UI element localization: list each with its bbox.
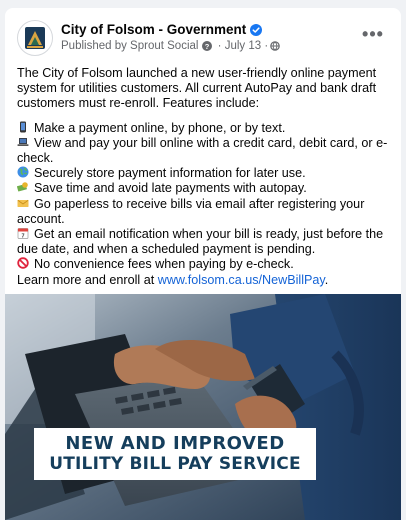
published-by: Published by Sprout Social	[61, 40, 199, 52]
post-meta: Published by Sprout Social ? · July 13 ·	[61, 40, 282, 52]
feature-text: View and pay your bill online with a cre…	[17, 135, 388, 166]
envelope-icon	[17, 199, 29, 207]
feature-item: Make a payment online, by phone, or by t…	[17, 121, 389, 136]
feature-item: No convenience fees when paying by e-che…	[17, 257, 389, 272]
feature-text: No convenience fees when paying by e-che…	[34, 257, 294, 272]
banner-line-2: UTILITY BILL PAY SERVICE	[49, 454, 301, 474]
feature-list: Make a payment online, by phone, or by t…	[17, 121, 389, 273]
verified-badge-icon	[250, 23, 263, 36]
feature-text: Securely store payment information for l…	[34, 166, 306, 181]
learn-more-line: Learn more and enroll at www.folsom.ca.u…	[17, 273, 389, 288]
post-card: City of Folsom - Government Published by…	[5, 8, 401, 520]
post-date[interactable]: July 13	[225, 40, 261, 52]
page-name-text[interactable]: City of Folsom - Government	[61, 22, 246, 37]
globe-icon	[17, 166, 29, 178]
learn-more-text: Learn more and enroll at	[17, 272, 158, 287]
meta-separator: ·	[214, 40, 225, 52]
laptop-icon	[17, 137, 29, 146]
feature-item: View and pay your bill online with a cre…	[17, 136, 389, 166]
laptop-phone-photo	[5, 294, 401, 520]
feature-text: Make a payment online, by phone, or by t…	[34, 120, 286, 135]
feature-text: Save time and avoid late payments with a…	[34, 181, 307, 196]
promo-banner: NEW AND IMPROVED UTILITY BILL PAY SERVIC…	[34, 428, 316, 480]
banner-line-1: NEW AND IMPROVED	[65, 433, 285, 454]
feature-text: Go paperless to receive bills via email …	[17, 196, 365, 226]
bill-pay-link[interactable]: www.folsom.ca.us/NewBillPay	[158, 273, 325, 287]
post-header: City of Folsom - Government Published by…	[17, 20, 391, 60]
post-text: The City of Folsom launched a new user-f…	[17, 66, 389, 288]
feature-item: Go paperless to receive bills via email …	[17, 197, 389, 227]
money-icon	[17, 182, 28, 192]
city-seal-icon	[25, 27, 45, 49]
more-options-button[interactable]: •••	[361, 24, 385, 44]
more-options-icon: •••	[362, 24, 384, 44]
mobile-phone-icon	[20, 121, 26, 133]
globe-audience-icon[interactable]	[270, 41, 280, 51]
link-suffix: .	[324, 272, 329, 287]
meta-separator-2: ·	[261, 40, 269, 52]
svg-text:?: ?	[205, 42, 210, 51]
feature-item: Save time and avoid late payments with a…	[17, 181, 389, 196]
post-image[interactable]: NEW AND IMPROVED UTILITY BILL PAY SERVIC…	[5, 294, 401, 520]
post-intro: The City of Folsom launched a new user-f…	[17, 66, 377, 111]
svg-text:7: 7	[21, 233, 24, 239]
feature-item: 7 Get an email notification when your bi…	[17, 227, 389, 257]
calendar-icon: 7	[17, 228, 29, 239]
page-name[interactable]: City of Folsom - Government	[61, 22, 263, 37]
feature-item: Securely store payment information for l…	[17, 166, 389, 181]
feature-text: Get an email notification when your bill…	[17, 227, 384, 257]
no-entry-icon	[17, 257, 29, 270]
help-icon[interactable]: ?	[202, 41, 213, 51]
page-avatar[interactable]	[17, 20, 53, 56]
